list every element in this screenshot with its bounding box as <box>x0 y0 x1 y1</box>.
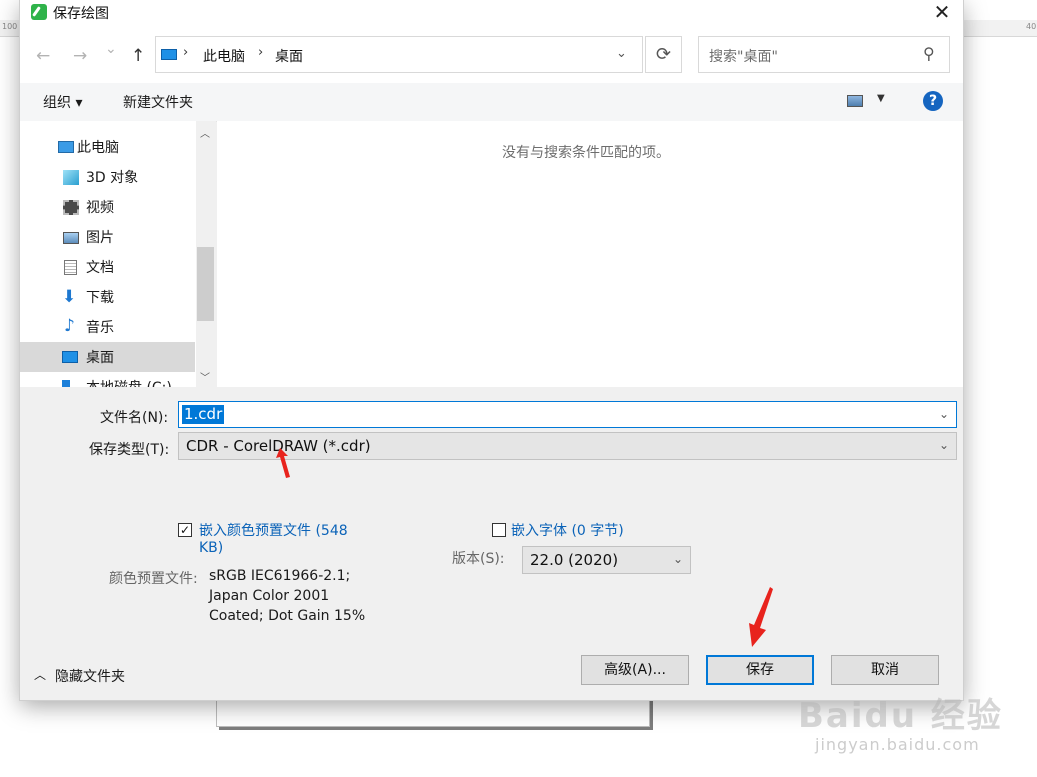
sidebar-item-label: 文档 <box>86 260 114 276</box>
sidebar-item-label: 3D 对象 <box>86 170 139 186</box>
drive-icon <box>62 380 78 387</box>
title-bar: 保存绘图 ✕ <box>20 0 963 25</box>
sidebar-item-downloads[interactable]: ⬇ 下载 <box>20 282 195 312</box>
breadcrumb-this-pc[interactable]: 此电脑 <box>203 46 245 66</box>
help-icon[interactable]: ? <box>923 91 943 111</box>
chevron-right-icon[interactable]: › <box>183 45 188 60</box>
sidebar-item-music[interactable]: ♪ 音乐 <box>20 312 195 342</box>
search-icon: ⚲ <box>923 44 935 63</box>
file-list[interactable]: 没有与搜索条件匹配的项。 <box>217 121 963 387</box>
annotation-arrow-save <box>749 587 773 647</box>
organize-menu[interactable]: 组织 ▾ <box>43 92 82 112</box>
embed-fonts-label[interactable]: 嵌入字体 (0 字节) <box>511 520 624 540</box>
filename-label: 文件名(N): <box>100 410 169 426</box>
embed-profile-checkbox[interactable]: ✓ <box>178 523 192 537</box>
profile-label: 颜色预置文件: <box>109 571 198 587</box>
chevron-right-icon[interactable]: › <box>258 45 263 60</box>
version-value: 22.0 (2020) <box>530 551 619 569</box>
save-button[interactable]: 保存 <box>706 655 814 685</box>
chevron-up-icon[interactable]: ︿ <box>34 666 46 683</box>
baidu-watermark-url: jingyan.baidu.com <box>815 735 980 754</box>
sidebar-item-label: 本地磁盘 (C:) <box>86 377 172 387</box>
embed-fonts-checkbox[interactable] <box>492 523 506 537</box>
scrollbar-thumb[interactable] <box>197 247 214 321</box>
desktop-location-icon <box>161 49 177 60</box>
navigation-pane: 此电脑 3D 对象 视频 图片 文档 ⬇ 下载 ♪ 音乐 桌面 ︿ ﹀ <box>20 121 216 387</box>
sidebar-item-label: 下载 <box>86 290 114 306</box>
close-icon[interactable]: ✕ <box>928 0 956 25</box>
chevron-down-icon[interactable]: ⌄ <box>673 552 683 566</box>
sidebar-item-label: 桌面 <box>86 350 114 366</box>
ruler-left-value: 100 <box>2 22 18 31</box>
new-folder-button[interactable]: 新建文件夹 <box>123 92 193 112</box>
sidebar-item-local-disk-c[interactable]: 本地磁盘 (C:) <box>20 372 195 387</box>
sidebar-item-this-pc[interactable]: 此电脑 <box>20 132 195 162</box>
search-placeholder: 搜索"桌面" <box>709 49 778 65</box>
baidu-watermark: Baidu 经验 <box>798 696 1003 736</box>
address-bar[interactable]: › 此电脑 › 桌面 ⌄ <box>155 36 643 73</box>
computer-icon <box>58 141 74 153</box>
cancel-button[interactable]: 取消 <box>831 655 939 685</box>
profile-line-2: Japan Color 2001 <box>209 588 330 604</box>
hide-folders-button[interactable]: 隐藏文件夹 <box>55 666 125 686</box>
documents-icon <box>64 260 77 275</box>
view-options-dropdown-icon[interactable]: ▼ <box>877 93 885 104</box>
chevron-down-icon[interactable]: ⌄ <box>939 407 949 421</box>
back-arrow-icon[interactable]: ← <box>36 46 50 66</box>
sidebar-item-pictures[interactable]: 图片 <box>20 222 195 252</box>
sidebar-item-videos[interactable]: 视频 <box>20 192 195 222</box>
music-icon: ♪ <box>64 316 75 336</box>
search-input[interactable]: 搜索"桌面" ⚲ <box>698 36 950 73</box>
save-dialog: 保存绘图 ✕ ← → ⌄ ↑ › 此电脑 › 桌面 ⌄ ⟳ 搜索"桌面" ⚲ 组… <box>20 0 963 700</box>
change-view-icon[interactable] <box>847 95 863 107</box>
advanced-button[interactable]: 高级(A)... <box>581 655 689 685</box>
embed-profile-label-line1[interactable]: 嵌入颜色预置文件 (548 <box>199 520 348 540</box>
profile-line-3: Coated; Dot Gain 15% <box>209 608 366 624</box>
recent-locations-chevron-icon[interactable]: ⌄ <box>105 41 117 57</box>
sidebar-item-documents[interactable]: 文档 <box>20 252 195 282</box>
ruler-left: 100 <box>0 20 20 37</box>
sidebar-item-label: 图片 <box>86 230 114 246</box>
sidebar-item-label: 视频 <box>86 200 114 216</box>
sidebar-item-desktop[interactable]: 桌面 <box>20 342 195 372</box>
version-label: 版本(S): <box>452 551 505 567</box>
download-icon: ⬇ <box>62 287 77 307</box>
filetype-label: 保存类型(T): <box>89 442 170 458</box>
refresh-icon: ⟳ <box>655 44 672 65</box>
address-history-chevron-icon[interactable]: ⌄ <box>616 46 627 61</box>
sidebar-item-label: 音乐 <box>86 320 114 336</box>
filename-value: 1.cdr <box>182 405 225 424</box>
navigation-bar: ← → ⌄ ↑ › 此电脑 › 桌面 ⌄ ⟳ 搜索"桌面" ⚲ <box>20 25 963 83</box>
scroll-up-icon[interactable]: ︿ <box>200 125 210 140</box>
desktop-icon <box>62 351 78 363</box>
empty-results-message: 没有与搜索条件匹配的项。 <box>502 145 670 161</box>
ruler-right: 40 <box>963 20 1037 37</box>
forward-arrow-icon[interactable]: → <box>73 46 87 66</box>
profile-line-1: sRGB IEC61966-2.1; <box>209 568 351 584</box>
scroll-down-icon[interactable]: ﹀ <box>200 369 210 384</box>
up-arrow-icon[interactable]: ↑ <box>131 46 145 66</box>
annotation-arrow-filetype <box>276 448 290 478</box>
sidebar-item-label: 此电脑 <box>77 140 119 156</box>
ruler-right-value: 40 <box>1026 22 1037 31</box>
breadcrumb-desktop[interactable]: 桌面 <box>275 46 303 66</box>
dialog-title: 保存绘图 <box>53 6 109 22</box>
refresh-button[interactable]: ⟳ <box>645 36 682 73</box>
3d-objects-icon <box>63 170 79 185</box>
coreldraw-app-icon <box>31 4 47 20</box>
pictures-icon <box>63 232 79 244</box>
version-select[interactable]: 22.0 (2020) ⌄ <box>522 546 691 574</box>
sidebar-item-3d-objects[interactable]: 3D 对象 <box>20 162 195 192</box>
embed-profile-label-line2[interactable]: KB) <box>199 540 223 556</box>
filename-input[interactable]: 1.cdr ⌄ <box>178 401 957 428</box>
toolbar: 组织 ▾ 新建文件夹 ▼ ? <box>20 83 963 122</box>
video-icon <box>63 200 79 215</box>
chevron-down-icon[interactable]: ⌄ <box>939 438 949 452</box>
